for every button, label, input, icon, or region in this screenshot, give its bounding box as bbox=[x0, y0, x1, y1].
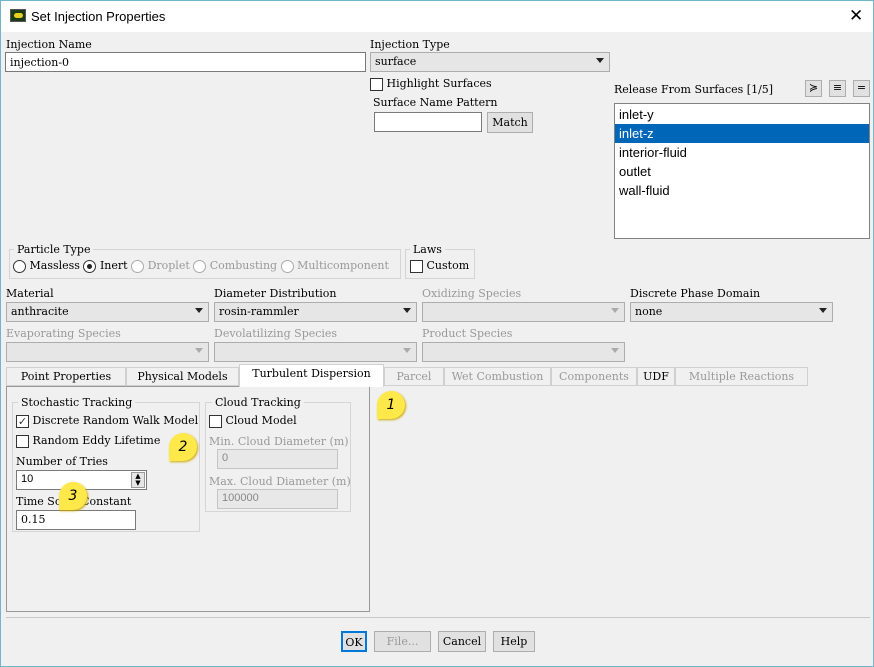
help-button[interactable]: Help bbox=[493, 631, 535, 652]
highlight-surfaces-checkbox[interactable]: Highlight Surfaces bbox=[370, 77, 492, 91]
annotation-marker-1: 1 bbox=[377, 391, 405, 419]
max-cloud-diameter-label: Max. Cloud Diameter (m) bbox=[209, 475, 351, 488]
highlight-surfaces-label: Highlight Surfaces bbox=[386, 77, 492, 90]
material-select[interactable]: anthracite bbox=[6, 302, 209, 322]
devolatilizing-species-label: Devolatilizing Species bbox=[214, 327, 338, 340]
list-item[interactable]: inlet-y bbox=[615, 105, 869, 124]
injection-type-select[interactable]: surface bbox=[370, 52, 610, 72]
tab-udf[interactable]: UDF bbox=[637, 367, 675, 386]
annotation-marker-3: 3 bbox=[59, 482, 87, 510]
chevron-down-icon bbox=[403, 308, 411, 313]
stochastic-tracking-label: Stochastic Tracking bbox=[18, 396, 136, 409]
list-item[interactable]: wall-fluid bbox=[615, 181, 869, 200]
match-button[interactable]: Match bbox=[487, 112, 533, 133]
radio-multicomponent: Multicomponent bbox=[280, 259, 389, 273]
surface-name-pattern-label: Surface Name Pattern bbox=[373, 96, 498, 109]
radio-combusting: Combusting bbox=[193, 259, 277, 273]
number-of-tries-label: Number of Tries bbox=[16, 455, 108, 468]
oxidizing-species-select bbox=[422, 302, 625, 322]
release-surfaces-list[interactable]: inlet-y inlet-z interior-fluid outlet wa… bbox=[614, 103, 870, 239]
list-all-icon[interactable]: ≡ bbox=[829, 80, 846, 97]
tab-physical-models[interactable]: Physical Models bbox=[126, 367, 239, 386]
chevron-down-icon bbox=[819, 308, 827, 313]
discrete-random-walk-checkbox[interactable]: ✓ Discrete Random Walk Model bbox=[16, 414, 198, 428]
laws-label: Laws bbox=[410, 243, 445, 256]
tab-multiple-reactions: Multiple Reactions bbox=[675, 367, 808, 386]
injection-name-input[interactable] bbox=[5, 52, 366, 72]
chevron-down-icon bbox=[596, 58, 604, 63]
tab-point-properties[interactable]: Point Properties bbox=[6, 367, 126, 386]
checkbox-icon bbox=[370, 77, 383, 91]
discrete-phase-domain-select[interactable]: none bbox=[630, 302, 833, 322]
tab-turbulent-dispersion[interactable]: Turbulent Dispersion bbox=[239, 364, 384, 387]
min-cloud-diameter-input: 0 bbox=[217, 449, 338, 469]
list-item[interactable]: inlet-z bbox=[615, 124, 869, 143]
divider bbox=[6, 617, 870, 618]
max-cloud-diameter-input: 100000 bbox=[217, 489, 338, 509]
spinner-arrows-icon[interactable]: ▲ ▼ bbox=[131, 472, 145, 488]
select-all-icon[interactable]: ≽ bbox=[805, 80, 822, 97]
diameter-distribution-select[interactable]: rosin-rammler bbox=[214, 302, 417, 322]
oxidizing-species-label: Oxidizing Species bbox=[422, 287, 522, 300]
radio-droplet: Droplet bbox=[131, 259, 190, 273]
list-item[interactable]: interior-fluid bbox=[615, 143, 869, 162]
random-eddy-lifetime-checkbox[interactable]: Random Eddy Lifetime bbox=[16, 434, 160, 448]
product-species-select bbox=[422, 342, 625, 362]
devolatilizing-species-select bbox=[214, 342, 417, 362]
diameter-distribution-label: Diameter Distribution bbox=[214, 287, 337, 300]
injection-type-label: Injection Type bbox=[370, 38, 450, 51]
window-title: Set Injection Properties bbox=[31, 9, 166, 24]
tab-parcel: Parcel bbox=[384, 367, 444, 386]
release-from-surfaces-label: Release From Surfaces [1/5] bbox=[614, 83, 774, 96]
annotation-marker-2: 2 bbox=[169, 433, 197, 461]
particle-type-radios: Massless Inert Droplet Combusting Multic… bbox=[13, 259, 389, 273]
evaporating-species-select bbox=[6, 342, 209, 362]
list-item[interactable]: outlet bbox=[615, 162, 869, 181]
ok-button[interactable]: OK bbox=[341, 631, 367, 652]
file-button: File... bbox=[374, 631, 431, 652]
title-bar: Set Injection Properties ✕ bbox=[1, 1, 873, 32]
chevron-down-icon bbox=[195, 308, 203, 313]
radio-massless[interactable]: Massless bbox=[13, 259, 80, 273]
tab-wet-combustion: Wet Combustion bbox=[444, 367, 551, 386]
surface-name-pattern-input[interactable] bbox=[374, 112, 482, 132]
cloud-tracking-label: Cloud Tracking bbox=[212, 396, 304, 409]
material-label: Material bbox=[6, 287, 54, 300]
discrete-phase-domain-label: Discrete Phase Domain bbox=[630, 287, 761, 300]
evaporating-species-label: Evaporating Species bbox=[6, 327, 121, 340]
min-cloud-diameter-label: Min. Cloud Diameter (m) bbox=[209, 435, 349, 448]
cancel-button[interactable]: Cancel bbox=[438, 631, 486, 652]
injection-name-label: Injection Name bbox=[6, 38, 92, 51]
particle-type-label: Particle Type bbox=[14, 243, 94, 256]
tab-components: Components bbox=[551, 367, 637, 386]
deselect-all-icon[interactable]: = bbox=[853, 80, 870, 97]
radio-inert[interactable]: Inert bbox=[83, 259, 128, 273]
product-species-label: Product Species bbox=[422, 327, 513, 340]
cloud-model-checkbox[interactable]: Cloud Model bbox=[209, 414, 297, 428]
time-scale-constant-input[interactable]: 0.15 bbox=[16, 510, 136, 530]
custom-laws-checkbox[interactable]: Custom bbox=[410, 259, 469, 273]
injection-type-value: surface bbox=[375, 55, 417, 68]
close-icon[interactable]: ✕ bbox=[849, 6, 863, 26]
app-icon bbox=[10, 9, 26, 22]
